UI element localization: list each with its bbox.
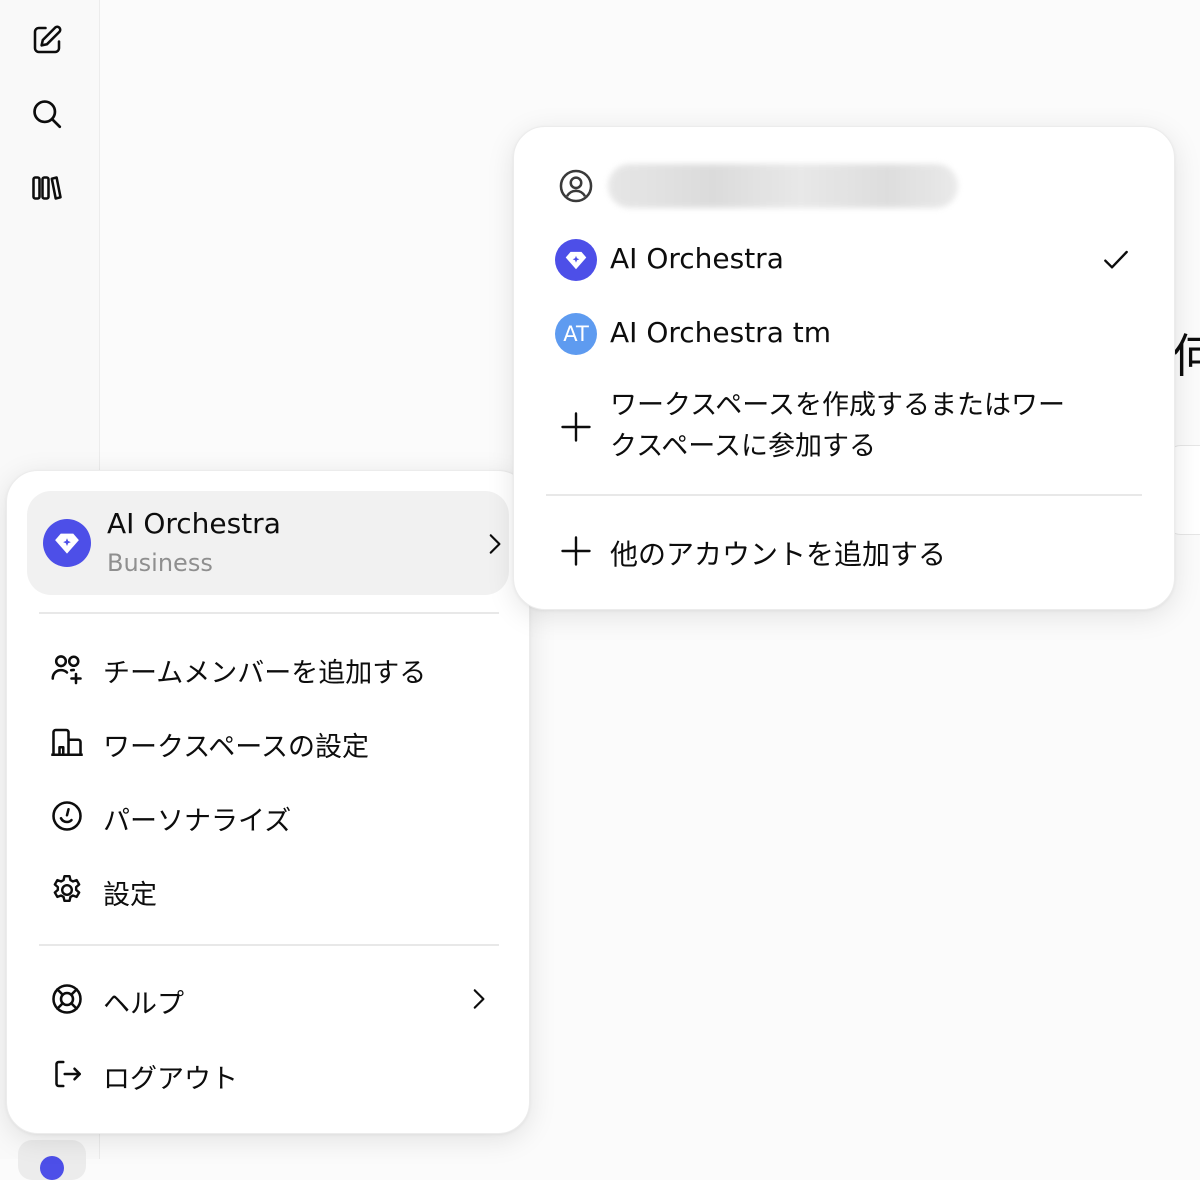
workspace-option-ai-orchestra-tm[interactable]: AT AI Orchestra tm xyxy=(544,302,1144,366)
workspace-option-ai-orchestra[interactable]: AI Orchestra xyxy=(544,228,1144,292)
workspace-switcher-menu: AI Orchestra AT AI Orchestra tm ワークスペースを… xyxy=(513,126,1175,610)
help-icon xyxy=(52,984,82,1014)
search-icon xyxy=(33,100,62,129)
workspace-badge xyxy=(555,239,597,281)
create-or-join-workspace-item[interactable]: ワークスペースを作成するまたはワークスペースに参加する xyxy=(544,381,1144,473)
add-team-member-item[interactable]: チームメンバーを追加する xyxy=(37,638,497,698)
new-chat-icon xyxy=(33,25,62,54)
add-team-member-icon xyxy=(51,655,82,685)
diamond-logo-icon xyxy=(565,251,587,270)
personalize-item[interactable]: パーソナライズ xyxy=(37,786,497,846)
workspace-badge xyxy=(43,519,91,567)
new-chat-button[interactable] xyxy=(24,17,70,63)
plus-icon xyxy=(561,536,591,566)
workspace-option-label: AI Orchestra xyxy=(610,242,784,275)
chevron-right-icon xyxy=(489,534,501,554)
library-icon xyxy=(32,176,62,200)
personalize-icon xyxy=(52,801,82,831)
plus-icon xyxy=(561,412,591,442)
account-email-row xyxy=(544,154,1144,218)
avatar xyxy=(40,1156,64,1180)
logout-item[interactable]: ログアウト xyxy=(37,1044,497,1104)
add-account-label: 他のアカウントを追加する xyxy=(610,538,947,571)
menu-item-label: パーソナライズ xyxy=(103,806,292,837)
logout-icon xyxy=(55,1060,82,1088)
menu-item-label: ログアウト xyxy=(103,1064,238,1095)
profile-button[interactable] xyxy=(18,1140,86,1180)
workspace-settings-item[interactable]: ワークスペースの設定 xyxy=(37,712,497,772)
account-menu: AI Orchestra Business チームメンバーを追加する ワークスペ… xyxy=(6,470,530,1134)
redacted-email xyxy=(608,164,958,208)
user-circle-icon xyxy=(559,169,593,203)
menu-item-label: チームメンバーを追加する xyxy=(103,658,427,689)
gear-icon xyxy=(53,875,81,902)
chevron-right-icon xyxy=(473,989,485,1009)
menu-divider xyxy=(39,612,499,614)
menu-item-label: ワークスペースの設定 xyxy=(103,732,369,763)
workspace-option-label: AI Orchestra tm xyxy=(610,316,832,349)
help-item[interactable]: ヘルプ xyxy=(37,969,497,1029)
search-button[interactable] xyxy=(24,91,70,137)
library-button[interactable] xyxy=(24,165,70,211)
diamond-logo-icon xyxy=(55,533,79,554)
switcher-divider xyxy=(546,494,1142,496)
menu-item-label: ヘルプ xyxy=(103,989,184,1020)
create-or-join-label: ワークスペースを作成するまたはワークスペースに参加する xyxy=(610,390,1065,462)
menu-divider xyxy=(39,944,499,946)
main-heading-partial: 何 xyxy=(1172,329,1200,383)
workspace-name: AI Orchestra xyxy=(107,507,281,540)
add-account-item[interactable]: 他のアカウントを追加する xyxy=(544,519,1144,583)
workspace-settings-icon xyxy=(51,728,83,757)
workspace-switcher-trigger[interactable]: AI Orchestra Business xyxy=(27,491,509,595)
menu-item-label: 設定 xyxy=(103,880,157,911)
workspace-initials-badge: AT xyxy=(555,313,597,355)
settings-item[interactable]: 設定 xyxy=(37,860,497,920)
checkmark-icon xyxy=(1104,250,1128,269)
workspace-plan: Business xyxy=(107,549,213,577)
